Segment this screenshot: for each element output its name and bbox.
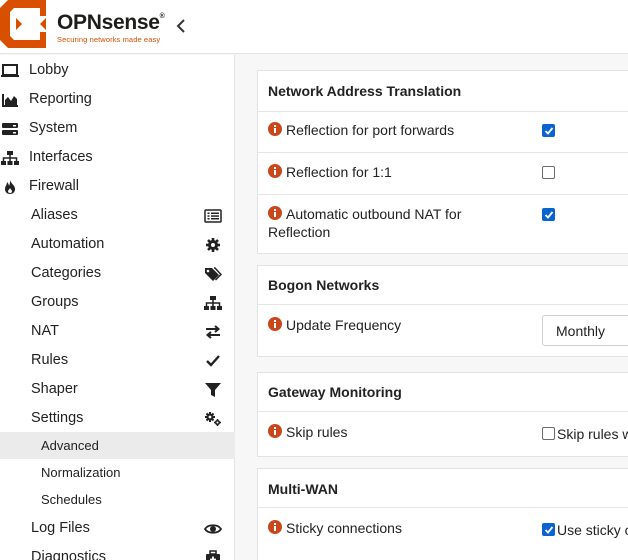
opnsense-logo-icon[interactable] [0,0,48,48]
sidebar-item-nat[interactable]: NAT [0,317,235,346]
sidebar-item-lobby[interactable]: Lobby [0,56,235,85]
sidebar-item-label: Schedules [41,492,102,507]
skip-rules-label: Skip rules [286,424,348,440]
sidebar-item-label: Groups [31,294,79,310]
sticky-connections-checkbox[interactable] [542,523,555,536]
filter-icon [205,383,221,397]
nat-section: Network Address Translation Reflection f… [257,70,628,254]
sidebar-item-label: Advanced [41,438,99,453]
reflection-1to1-checkbox[interactable] [542,166,555,179]
update-frequency-label: Update Frequency [286,317,402,333]
section-title: Bogon Networks [268,277,380,293]
top-header: OPNsense® Securing networks made easy [0,0,628,54]
brand-suffix: sense [101,11,160,34]
sticky-connections-checkbox-text: Use sticky c [557,522,628,538]
sitemap-icon [204,296,222,310]
cogs-icon [205,412,221,426]
sticky-connections-label: Sticky connections [286,520,402,536]
reflection-port-forwards-checkbox[interactable] [542,124,555,137]
info-icon[interactable] [268,164,282,178]
sidebar-item-rules[interactable]: Rules [0,346,235,375]
sidebar-item-aliases[interactable]: Aliases [0,201,235,230]
sidebar-item-label: Diagnostics [31,549,106,560]
fire-icon [5,180,15,194]
sidebar-item-categories[interactable]: Categories [0,259,235,288]
collapse-sidebar-chevron-left-icon[interactable] [174,16,188,36]
info-icon[interactable] [268,424,282,438]
brand-name: OPNsense® [57,11,165,35]
sidebar-item-label: Settings [31,410,84,426]
sidebar-item-label: Log Files [31,520,90,536]
server-icon [2,123,18,135]
tags-icon [205,267,222,281]
sidebar-item-automation[interactable]: Automation [0,230,235,259]
sidebar-item-label: System [29,120,78,136]
area-chart-icon [2,94,18,107]
reflection-1to1-label: Reflection for 1:1 [286,164,392,180]
sidebar-item-label: Lobby [29,62,69,78]
sidebar-item-label: Aliases [31,207,78,223]
sidebar-nav: Lobby Reporting System Interfaces Firewa… [0,55,235,560]
sidebar-item-log-files[interactable]: Log Files [0,514,235,543]
row-divider [258,507,628,508]
row-divider [258,194,628,195]
row-divider [258,152,628,153]
row-divider [258,111,628,112]
sidebar-item-label: Interfaces [29,149,93,165]
laptop-icon [1,64,19,77]
sidebar-item-firewall[interactable]: Firewall [0,172,235,201]
eye-icon [204,524,222,534]
sidebar-item-system[interactable]: System [0,114,235,143]
info-icon[interactable] [268,317,282,331]
check-icon [206,355,220,367]
sidebar-item-schedules[interactable]: Schedules [0,486,235,513]
list-alt-icon [204,209,222,223]
sitemap-icon [1,151,19,165]
sidebar-item-advanced[interactable]: Advanced [0,432,235,459]
skip-rules-checkbox-text: Skip rules w [557,426,628,442]
sidebar-item-settings[interactable]: Settings [0,404,235,433]
row-divider [258,411,628,412]
sidebar-item-shaper[interactable]: Shaper [0,375,235,404]
brand-prefix: OPN [57,11,102,34]
automatic-outbound-nat-label: Automatic outbound NAT for Reflection [268,206,462,240]
bogon-section: Bogon Networks Update Frequency Monthly [257,265,628,357]
sidebar-item-label: Categories [31,265,102,281]
gateway-monitoring-section: Gateway Monitoring Skip rules Skip rules… [257,372,628,457]
brand-tagline: Securing networks made easy [57,35,161,44]
sidebar-item-diagnostics[interactable]: Diagnostics [0,543,235,560]
reflection-port-forwards-label: Reflection for port forwards [286,122,455,138]
skip-rules-checkbox[interactable] [542,427,555,440]
sidebar-item-reporting[interactable]: Reporting [0,85,235,114]
section-title: Network Address Translation [268,83,462,99]
sidebar-item-label: Reporting [29,91,92,107]
medkit-icon [206,550,220,560]
sidebar-item-label: Automation [31,236,105,252]
info-icon[interactable] [268,520,282,534]
sidebar-item-label: Shaper [31,381,78,397]
section-title: Gateway Monitoring [268,384,402,400]
sidebar-item-label: NAT [31,323,59,339]
row-divider [258,304,628,305]
sidebar-item-groups[interactable]: Groups [0,288,235,317]
update-frequency-value: Monthly [556,323,606,339]
info-icon[interactable] [268,122,282,136]
automatic-outbound-nat-checkbox[interactable] [542,208,555,221]
multi-wan-section: Multi-WAN Sticky connections Use sticky … [257,468,628,560]
sidebar-item-label: Firewall [29,178,79,194]
update-frequency-select[interactable]: Monthly [542,315,628,346]
exchange-icon [205,325,221,339]
sidebar-item-normalization[interactable]: Normalization [0,459,235,486]
sidebar-item-label: Rules [31,352,69,368]
trademark-symbol: ® [159,13,165,20]
sidebar-item-interfaces[interactable]: Interfaces [0,143,235,172]
section-title: Multi-WAN [268,481,338,497]
sidebar-item-label: Normalization [41,465,121,480]
cog-icon [206,238,220,252]
